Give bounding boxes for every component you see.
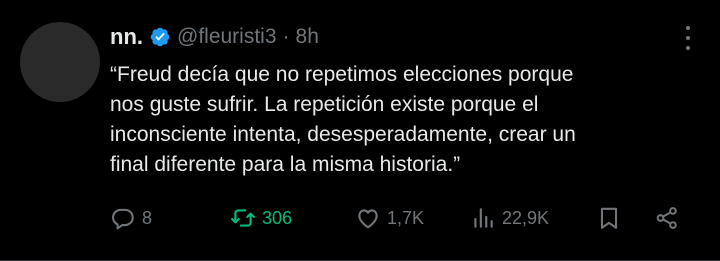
tweet-text-line: “Freud decía que no repetimos elecciones…	[110, 63, 574, 86]
tweet-text-line: nos guste sufrir. La repetición existe p…	[110, 93, 539, 116]
action-bar: 8 306 1,7K 22,9K	[110, 200, 690, 236]
like-count: 1,7K	[387, 207, 425, 228]
views-button[interactable]: 22,9K	[470, 200, 549, 236]
bookmark-icon	[600, 207, 618, 229]
tweet-text-line: final diferente para la misma historia.”	[110, 153, 461, 176]
more-dots-icon[interactable]	[682, 26, 694, 50]
bookmark-button[interactable]	[596, 200, 622, 236]
retweet-icon	[231, 209, 255, 227]
reply-bubble-icon	[112, 208, 134, 230]
tweet-card[interactable]: nn. @fleuristi3 · 8h “Freud decía que no…	[0, 0, 720, 261]
views-bar-chart-icon	[474, 208, 493, 228]
user-handle[interactable]: @fleuristi3	[177, 25, 277, 49]
separator-dot: ·	[282, 25, 290, 48]
retweet-count: 306	[262, 207, 293, 228]
like-button[interactable]: 1,7K	[355, 200, 424, 236]
avatar[interactable]	[20, 22, 100, 102]
verified-badge-icon	[149, 26, 171, 48]
views-count: 22,9K	[502, 207, 550, 228]
share-button[interactable]	[654, 200, 680, 236]
heart-icon	[358, 209, 378, 229]
tweet-header: nn. @fleuristi3 · 8h	[110, 22, 660, 52]
reply-count: 8	[142, 207, 153, 228]
reply-button[interactable]: 8	[110, 200, 152, 236]
display-name[interactable]: nn.	[110, 24, 143, 50]
tweet-text-line: inconsciente intenta, desesperadamente, …	[110, 123, 576, 146]
tweet-text: “Freud decía que no repetimos elecciones…	[110, 60, 695, 180]
timestamp[interactable]: 8h	[296, 25, 319, 49]
retweet-button[interactable]: 306	[230, 200, 292, 236]
share-icon	[656, 207, 677, 229]
